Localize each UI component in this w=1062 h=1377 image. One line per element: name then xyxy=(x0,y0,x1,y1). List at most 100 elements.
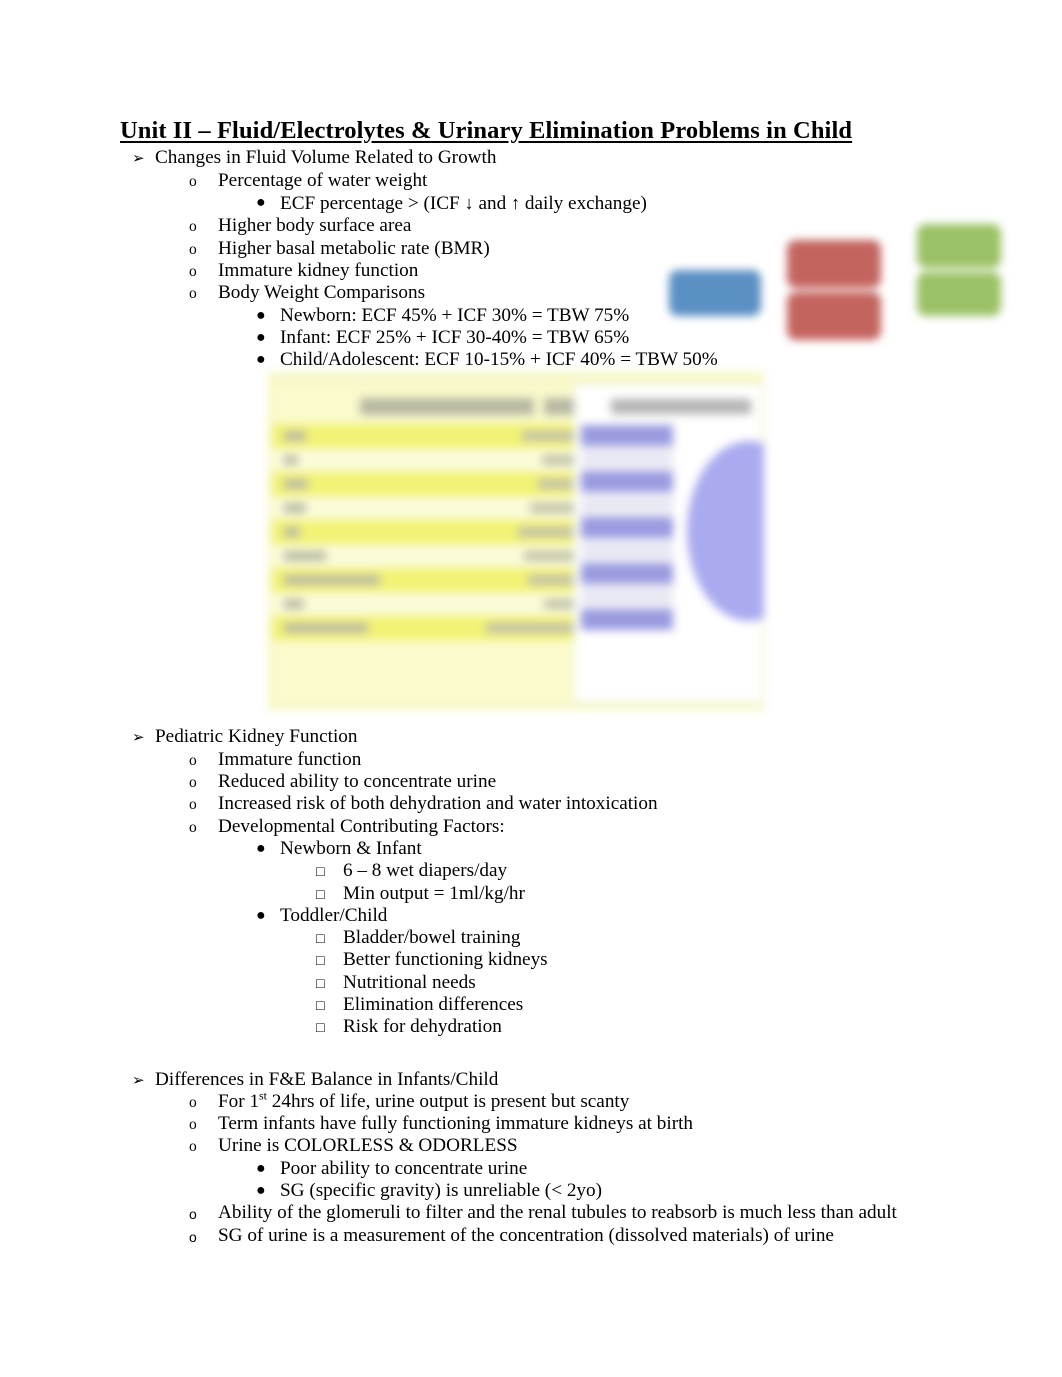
list-item-label: Higher basal metabolic rate (BMR) xyxy=(218,237,490,259)
list-item-label: Nutritional needs xyxy=(343,971,476,993)
list-item-label: Child/Adolescent: ECF 10-15% + ICF 40% =… xyxy=(280,349,718,371)
list-item: □ Nutritional needs xyxy=(120,972,950,994)
list-item: ● Infant: ECF 25% + ICF 30-40% = TBW 65% xyxy=(120,327,950,349)
list-item-label: Toddler/Child xyxy=(280,904,388,926)
list-item: □ Elimination differences xyxy=(120,994,950,1016)
section-heading: ➢ Differences in F&E Balance in Infants/… xyxy=(120,1069,950,1091)
list-item-label: Better functioning kidneys xyxy=(343,949,548,971)
list-item-label: Developmental Contributing Factors: xyxy=(218,815,505,837)
document-body: Unit II – Fluid/Electrolytes & Urinary E… xyxy=(120,117,950,1247)
circle-bullet-icon: o xyxy=(189,285,197,303)
square-bullet-icon: □ xyxy=(316,975,325,992)
list-item-label: Infant: ECF 25% + ICF 30-40% = TBW 65% xyxy=(280,326,630,348)
arrow-bullet-icon: ➢ xyxy=(132,1072,145,1089)
arrow-bullet-icon: ➢ xyxy=(132,151,145,168)
list-item: ● SG (specific gravity) is unreliable (<… xyxy=(120,1180,950,1202)
circle-bullet-icon: o xyxy=(189,1116,197,1134)
list-item-label: Bladder/bowel training xyxy=(343,927,521,949)
list-item-label: Reduced ability to concentrate urine xyxy=(218,771,497,793)
list-item: o Immature function xyxy=(120,749,950,771)
list-item-label: Newborn: ECF 45% + ICF 30% = TBW 75% xyxy=(280,304,630,326)
disc-bullet-icon: ● xyxy=(256,906,266,924)
square-bullet-icon: □ xyxy=(316,1020,325,1037)
list-item: □ Min output = 1ml/kg/hr xyxy=(120,883,950,905)
list-item-label: Increased risk of both dehydration and w… xyxy=(218,793,658,815)
list-item-label: Newborn & Infant xyxy=(280,837,422,859)
down-arrow-icon: ↓ xyxy=(464,193,474,214)
ordinal-suffix: st xyxy=(259,1088,267,1103)
disc-bullet-icon: ● xyxy=(256,1182,266,1200)
circle-bullet-icon: o xyxy=(189,262,197,280)
list-item: o Higher body surface area xyxy=(120,215,950,237)
circle-bullet-icon: o xyxy=(189,172,197,190)
circle-bullet-icon: o xyxy=(189,751,197,769)
list-item: ● Newborn & Infant xyxy=(120,838,950,860)
list-item-label: 6 – 8 wet diapers/day xyxy=(343,860,508,882)
list-item-label: SG of urine is a measurement of the conc… xyxy=(218,1224,834,1246)
up-arrow-icon: ↑ xyxy=(510,193,521,214)
list-item: ● Child/Adolescent: ECF 10-15% + ICF 40%… xyxy=(120,349,950,371)
square-bullet-icon: □ xyxy=(316,886,325,903)
list-item: □ 6 – 8 wet diapers/day xyxy=(120,860,950,882)
square-bullet-icon: □ xyxy=(316,953,325,970)
section-heading: ➢ Changes in Fluid Volume Related to Gro… xyxy=(120,147,950,169)
arrow-bullet-icon: ➢ xyxy=(132,730,145,747)
list-item: o Developmental Contributing Factors: xyxy=(120,816,950,838)
list-item-label: Ability of the glomeruli to filter and t… xyxy=(218,1202,897,1224)
list-item: o Term infants have fully functioning im… xyxy=(120,1113,950,1135)
list-item: o Urine is COLORLESS & ODORLESS xyxy=(120,1135,950,1157)
list-item: ● Poor ability to concentrate urine xyxy=(120,1158,950,1180)
circle-bullet-icon: o xyxy=(189,818,197,836)
list-item: o For 1st 24hrs of life, urine output is… xyxy=(120,1088,950,1113)
list-item-label: Immature kidney function xyxy=(218,259,419,281)
figure-spacer xyxy=(120,371,950,726)
circle-bullet-icon: o xyxy=(189,796,197,814)
disc-bullet-icon: ● xyxy=(256,194,266,212)
document-page: Unit II – Fluid/Electrolytes & Urinary E… xyxy=(0,0,1062,1377)
list-item: ● Newborn: ECF 45% + ICF 30% = TBW 75% xyxy=(120,305,950,327)
circle-bullet-icon: o xyxy=(189,1228,197,1245)
list-item-label: Min output = 1ml/kg/hr xyxy=(343,882,525,904)
list-item-label: Immature function xyxy=(218,748,362,770)
list-item: ● Toddler/Child xyxy=(120,905,950,927)
list-item: □ Bladder/bowel training xyxy=(120,927,950,949)
list-item-label: Urine is COLORLESS & ODORLESS xyxy=(218,1135,518,1157)
list-item: o Ability of the glomeruli to filter and… xyxy=(120,1202,950,1224)
circle-bullet-icon: o xyxy=(189,1206,197,1223)
list-item: o Body Weight Comparisons xyxy=(120,282,950,304)
list-item: o Percentage of water weight xyxy=(120,170,950,192)
disc-bullet-icon: ● xyxy=(256,328,266,346)
square-bullet-icon: □ xyxy=(316,931,325,948)
list-item: □ Better functioning kidneys xyxy=(120,949,950,971)
circle-bullet-icon: o xyxy=(189,218,197,236)
list-item: o Immature kidney function xyxy=(120,260,950,282)
section-heading-label: Changes in Fluid Volume Related to Growt… xyxy=(155,147,497,169)
circle-bullet-icon: o xyxy=(189,774,197,792)
section-heading-label: Pediatric Kidney Function xyxy=(155,726,358,748)
circle-bullet-icon: o xyxy=(189,1138,197,1156)
square-bullet-icon: □ xyxy=(316,864,325,881)
list-item: □ Risk for dehydration xyxy=(120,1016,950,1038)
list-item: ● ECF percentage > (ICF ↓ and ↑ daily ex… xyxy=(120,192,950,215)
list-item-label: Term infants have fully functioning imma… xyxy=(218,1113,694,1135)
list-item-label: SG (specific gravity) is unreliable (< 2… xyxy=(280,1180,602,1202)
section-heading-label: Differences in F&E Balance in Infants/Ch… xyxy=(155,1068,499,1090)
list-item-label: ECF percentage > (ICF ↓ and ↑ daily exch… xyxy=(280,193,647,215)
list-item-label: Elimination differences xyxy=(343,993,524,1015)
list-item-label: Poor ability to concentrate urine xyxy=(280,1157,528,1179)
disc-bullet-icon: ● xyxy=(256,839,266,857)
disc-bullet-icon: ● xyxy=(256,306,266,324)
list-item-label: Higher body surface area xyxy=(218,215,412,237)
section-heading: ➢ Pediatric Kidney Function xyxy=(120,726,950,748)
list-item: o SG of urine is a measurement of the co… xyxy=(120,1225,950,1247)
list-item: o Higher basal metabolic rate (BMR) xyxy=(120,238,950,260)
square-bullet-icon: □ xyxy=(316,997,325,1014)
list-item-label: Body Weight Comparisons xyxy=(218,282,426,304)
list-item-label: Risk for dehydration xyxy=(343,1016,502,1038)
disc-bullet-icon: ● xyxy=(256,351,266,369)
page-title: Unit II – Fluid/Electrolytes & Urinary E… xyxy=(120,117,853,144)
list-item: o Increased risk of both dehydration and… xyxy=(120,793,950,815)
disc-bullet-icon: ● xyxy=(256,1159,266,1177)
circle-bullet-icon: o xyxy=(189,240,197,258)
